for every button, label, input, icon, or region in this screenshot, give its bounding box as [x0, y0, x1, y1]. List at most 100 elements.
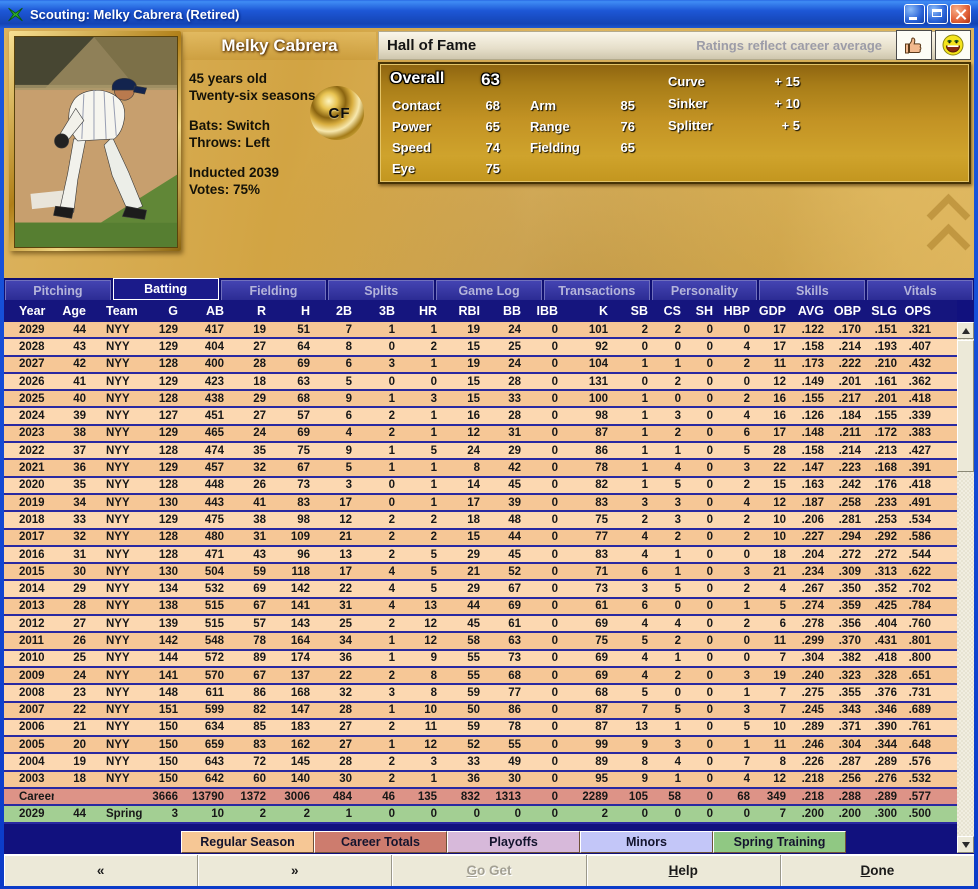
- cell: .206: [792, 514, 830, 526]
- filter-spring-training[interactable]: Spring Training: [713, 831, 846, 853]
- filter-playoffs[interactable]: Playoffs: [447, 831, 580, 853]
- chevron-decoration: [927, 224, 971, 268]
- cell: 4: [614, 618, 654, 630]
- cell: 2029: [4, 324, 54, 336]
- cell: .427: [903, 445, 957, 457]
- filter-minors[interactable]: Minors: [580, 831, 713, 853]
- cell: 0: [687, 445, 719, 457]
- cell: 0: [527, 324, 564, 336]
- column-header: 2B: [316, 304, 358, 318]
- table-scrollbar[interactable]: [957, 322, 974, 853]
- cell: 0: [687, 635, 719, 647]
- cell: 0: [687, 566, 719, 578]
- cell: .210: [867, 358, 903, 370]
- cell: 2018: [4, 514, 54, 526]
- cell: 1: [401, 479, 443, 491]
- smiley-icon[interactable]: [935, 30, 971, 60]
- cell: 14: [443, 479, 486, 491]
- cell: 2: [719, 618, 756, 630]
- cell: 2027: [4, 358, 54, 370]
- cell: .376: [867, 687, 903, 699]
- cell: 128: [144, 531, 184, 543]
- cell: 57: [272, 410, 316, 422]
- cell: 78: [564, 462, 614, 474]
- cell: 0: [527, 618, 564, 630]
- cell: 1: [654, 652, 687, 664]
- cell: 49: [486, 756, 527, 768]
- tab-game-log[interactable]: Game Log: [436, 280, 542, 300]
- minimize-button[interactable]: [904, 4, 925, 24]
- cell: 4: [316, 427, 358, 439]
- column-header: IBB: [527, 304, 564, 318]
- cell: 4: [614, 652, 654, 664]
- cell: 611: [184, 687, 230, 699]
- maximize-button[interactable]: [927, 4, 948, 24]
- cell: 82: [230, 704, 272, 716]
- cell: 1: [719, 600, 756, 612]
- cell: 8: [756, 756, 792, 768]
- info-spacer: [189, 151, 316, 164]
- cell: NYY: [92, 410, 144, 422]
- cell: 42: [486, 462, 527, 474]
- scroll-thumb[interactable]: [957, 340, 974, 472]
- tab-splits[interactable]: Splits: [328, 280, 434, 300]
- filter-regular-season[interactable]: Regular Season: [181, 831, 314, 853]
- tab-skills[interactable]: Skills: [759, 280, 865, 300]
- cell: 3: [144, 808, 184, 820]
- season-row: 201429NYY134532691422245296707335024.267…: [4, 581, 957, 598]
- cell: 1: [654, 566, 687, 578]
- cell: 6: [316, 410, 358, 422]
- rating-power: Power65: [392, 119, 500, 134]
- cell: 61: [564, 600, 614, 612]
- next-player-button[interactable]: »: [198, 855, 392, 886]
- cell: 1: [719, 739, 756, 751]
- help-button[interactable]: Help: [587, 855, 781, 886]
- cell: 142: [144, 635, 184, 647]
- cell: 21: [54, 721, 92, 733]
- cell: .689: [903, 704, 957, 716]
- filter-career-totals[interactable]: Career Totals: [314, 831, 447, 853]
- cell: 4: [719, 410, 756, 422]
- cell: .245: [792, 704, 830, 716]
- season-row: 202136NYY1294573267511842078140322.147.2…: [4, 460, 957, 477]
- done-button[interactable]: Done: [781, 855, 974, 886]
- thumbs-up-icon[interactable]: [896, 30, 932, 60]
- tab-vitals[interactable]: Vitals: [867, 280, 973, 300]
- season-row: 201833NYY129475389812221848075230210.206…: [4, 512, 957, 529]
- cell: 2014: [4, 583, 54, 595]
- cell: 0: [527, 791, 564, 803]
- cell: 3: [719, 704, 756, 716]
- cell: .404: [867, 618, 903, 630]
- cell: 69: [272, 358, 316, 370]
- cell: 128: [144, 549, 184, 561]
- cell: 417: [184, 324, 230, 336]
- tab-batting[interactable]: Batting: [113, 278, 219, 300]
- cell: 2: [654, 670, 687, 682]
- scroll-up-button[interactable]: [957, 322, 974, 339]
- tab-fielding[interactable]: Fielding: [221, 280, 327, 300]
- cell: 0: [687, 670, 719, 682]
- cell: NYY: [92, 687, 144, 699]
- tab-pitching[interactable]: Pitching: [5, 280, 111, 300]
- stats-header-row: YearAgeTeamGABRH2B3BHRRBIBBIBBKSBCSSHHBP…: [4, 300, 957, 322]
- cell: 27: [316, 721, 358, 733]
- cell: 2: [719, 393, 756, 405]
- cell: 0: [687, 479, 719, 491]
- cell: 1: [614, 358, 654, 370]
- prev-player-button[interactable]: «: [4, 855, 198, 886]
- season-row: 200318NYY1506426014030213630095910412.21…: [4, 772, 957, 789]
- column-header: K: [564, 304, 614, 318]
- rating-label: Splitter: [668, 118, 713, 133]
- rating-label: Power: [392, 119, 431, 134]
- cell: Spring: [92, 808, 144, 820]
- cell: 30: [486, 773, 527, 785]
- cell: 100: [564, 393, 614, 405]
- close-button[interactable]: [950, 4, 971, 24]
- cell: 64: [272, 341, 316, 353]
- cell: 85: [230, 721, 272, 733]
- cell: .309: [830, 566, 867, 578]
- tab-transactions[interactable]: Transactions: [544, 280, 650, 300]
- cell: 2023: [4, 427, 54, 439]
- cell: 0: [527, 376, 564, 388]
- tab-personality[interactable]: Personality: [652, 280, 758, 300]
